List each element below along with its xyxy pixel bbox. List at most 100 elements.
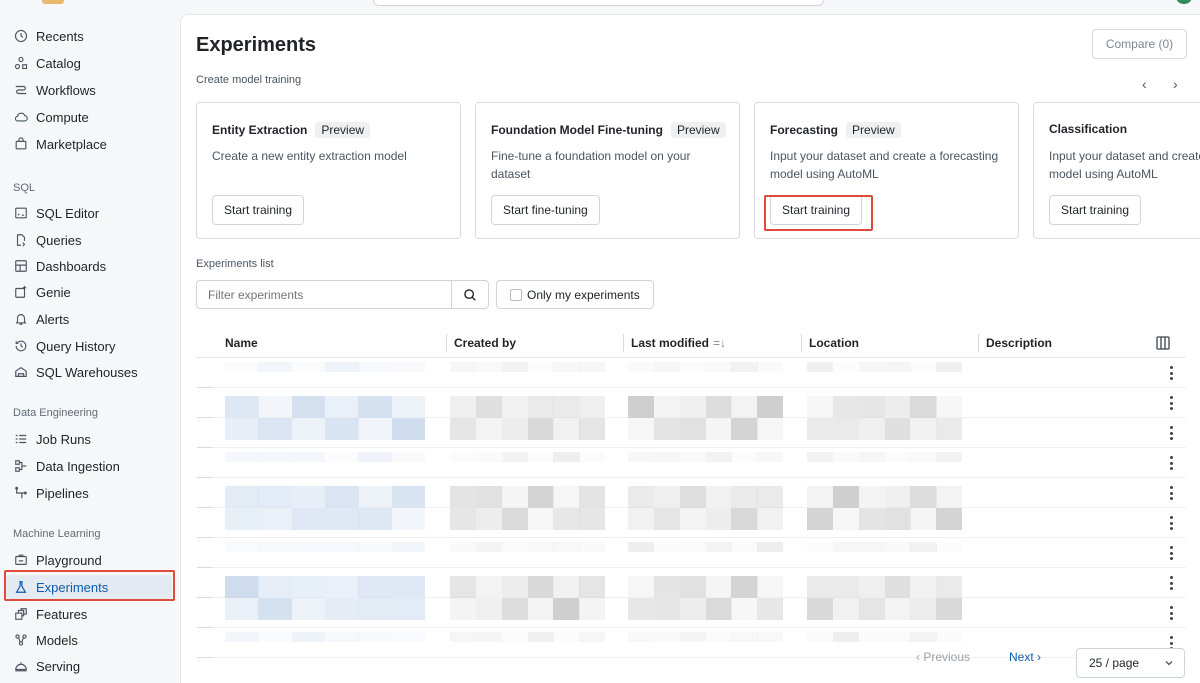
redacted-cell-block [325,452,359,462]
compare-button[interactable]: Compare (0) [1092,29,1187,59]
redacted-cell-block [291,576,326,598]
sidebar-item-alerts[interactable]: Alerts [6,307,172,331]
sidebar-item-compute[interactable]: Compute [6,105,172,129]
redacted-cell-block [258,452,293,462]
row-actions-kebab-icon[interactable] [1165,455,1177,471]
user-avatar[interactable] [1176,0,1192,4]
previous-page-button[interactable]: ‹ Previous [916,650,970,664]
sidebar-item-pipelines[interactable]: Pipelines [6,481,172,505]
redacted-cell-block [553,362,580,372]
redacted-cell-block [258,396,293,418]
page-size-select[interactable]: 25 / page [1076,648,1185,678]
table-row[interactable] [196,538,1186,568]
workspace-logo[interactable] [42,0,64,4]
redacted-cell-block [358,598,393,620]
training-card-foundation-model: Foundation Model Fine-tuning Preview Fine… [475,102,740,239]
sidebar-item-models[interactable]: Models [6,628,172,652]
sidebar-item-genie[interactable]: Genie [6,280,172,304]
redacted-cell-block [679,576,706,598]
catalog-icon [13,55,29,71]
redacted-cell-block [858,486,885,508]
start-training-button[interactable]: Start training [1049,195,1142,225]
sidebar-item-job-runs[interactable]: Job Runs [6,427,172,451]
table-row[interactable] [196,418,1186,448]
table-row[interactable] [196,568,1186,598]
table-row[interactable] [196,388,1186,418]
redacted-cell-block [258,542,293,552]
sidebar-item-queries[interactable]: Queries [6,228,172,252]
column-header-last-modified[interactable]: Last modified =↓ [631,328,726,358]
carousel-next-button[interactable]: › [1173,76,1178,92]
redacted-cell-block [731,362,758,372]
redacted-cell-block [653,576,681,598]
table-row[interactable] [196,478,1186,508]
sidebar-item-playground[interactable]: Playground [6,548,172,572]
row-actions-kebab-icon[interactable] [1165,365,1177,381]
redacted-cell-block [936,576,963,598]
card-description: Input your dataset and create a forecast… [770,149,999,181]
sidebar-item-recents[interactable]: Recents [6,24,172,48]
row-actions-kebab-icon[interactable] [1165,395,1177,411]
sidebar-item-features[interactable]: Features [6,602,172,626]
sidebar-item-query-history[interactable]: Query History [6,334,172,358]
sidebar-item-serving[interactable]: Serving [6,654,172,678]
table-row[interactable] [196,448,1186,478]
row-actions-kebab-icon[interactable] [1165,605,1177,621]
redacted-cell-block [936,632,963,642]
sidebar: Recents Catalog Workflows Compute Market… [0,14,180,683]
filter-experiments-input[interactable] [196,280,452,309]
search-button[interactable] [451,280,489,309]
redacted-cell-block [679,452,706,462]
redacted-cell-block [705,576,732,598]
sparkle-icon [13,284,29,300]
redacted-cell-block [291,508,326,530]
sidebar-item-workflows[interactable]: Workflows [6,78,172,102]
redacted-cell-block [679,598,706,620]
only-my-experiments-toggle[interactable]: Only my experiments [496,280,654,309]
redacted-cell-block [258,418,293,440]
start-fine-tuning-button[interactable]: Start fine-tuning [491,195,600,225]
row-actions-kebab-icon[interactable] [1165,425,1177,441]
redacted-cell-block [579,542,606,552]
redacted-cell-block [884,486,911,508]
sidebar-item-dashboards[interactable]: Dashboards [6,254,172,278]
column-header-location[interactable]: Location [809,328,859,358]
start-training-button[interactable]: Start training [770,195,863,225]
redacted-cell-block [475,542,503,552]
redacted-cell-block [450,598,477,620]
sidebar-item-experiments[interactable]: Experiments [6,575,172,599]
sidebar-item-label: Queries [36,232,82,248]
start-training-button[interactable]: Start training [212,195,305,225]
column-header-created-by[interactable]: Created by [454,328,516,358]
table-row[interactable] [196,358,1186,388]
table-row[interactable] [196,508,1186,538]
sidebar-section-sql: SQL [13,182,36,194]
only-my-experiments-checkbox[interactable] [510,288,522,301]
global-search-input[interactable] [373,0,824,6]
top-bar [0,0,1200,14]
sidebar-item-catalog[interactable]: Catalog [6,51,172,75]
row-actions-kebab-icon[interactable] [1165,515,1177,531]
row-actions-kebab-icon[interactable] [1165,485,1177,501]
next-page-button[interactable]: Next › [1009,650,1041,664]
column-header-name[interactable]: Name [225,328,258,358]
sidebar-section-machine-learning: Machine Learning [13,528,101,540]
carousel-prev-button[interactable]: ‹ [1142,76,1147,92]
sidebar-item-data-ingestion[interactable]: Data Ingestion [6,454,172,478]
sidebar-item-sql-editor[interactable]: SQL Editor [6,201,172,225]
redacted-cell-block [832,486,860,508]
redacted-cell-block [884,396,911,418]
table-row[interactable] [196,598,1186,628]
sidebar-item-label: Playground [36,552,102,568]
row-actions-kebab-icon[interactable] [1165,545,1177,561]
sidebar-item-marketplace[interactable]: Marketplace [6,132,172,156]
redacted-cell-block [527,418,554,440]
redacted-cell-block [501,632,528,642]
row-actions-kebab-icon[interactable] [1165,575,1177,591]
column-header-description[interactable]: Description [986,328,1052,358]
sort-descending-icon[interactable]: =↓ [713,336,726,350]
columns-icon[interactable] [1155,335,1171,351]
redacted-cell-block [579,418,606,440]
sidebar-item-sql-warehouses[interactable]: SQL Warehouses [6,360,172,384]
warehouse-icon [13,364,29,380]
